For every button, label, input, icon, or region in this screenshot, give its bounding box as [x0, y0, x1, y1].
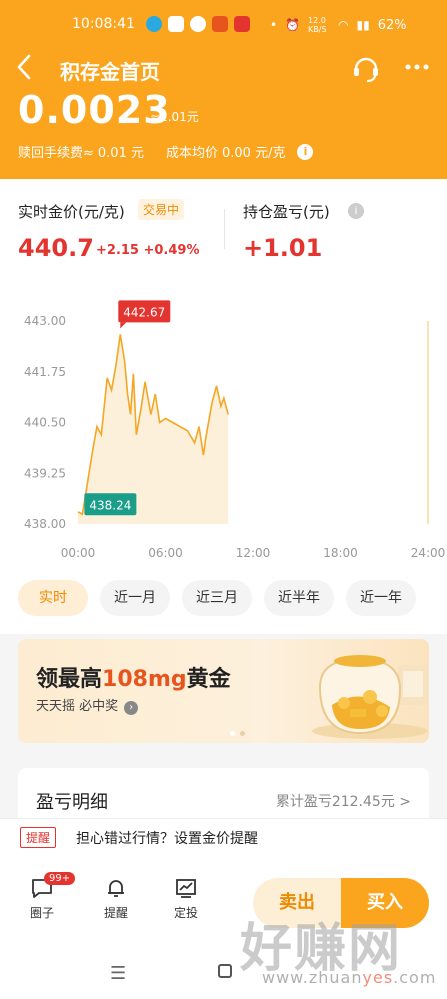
cost-value: 0.00 元/克: [222, 146, 286, 161]
range-selector: 实时 近一月 近三月 近半年 近一年: [18, 580, 416, 616]
range-tab[interactable]: 近一月: [100, 580, 170, 616]
status-bar: 10:08:41 • ⏰ 12.0 KB/S ◠ ▮▮ 62%: [0, 0, 447, 42]
banner-title: 领最高108mg黄金: [36, 661, 231, 693]
dot-icon: •: [270, 18, 278, 32]
pnl-label: 持仓盈亏(元): [243, 203, 330, 221]
y-tick-label: 438.00: [24, 517, 66, 531]
y-tick-label: 443.00: [24, 314, 66, 328]
menu-icon[interactable]: ☰: [110, 963, 126, 984]
battery-level: 62%: [377, 17, 407, 33]
notification-app-icon: [234, 16, 250, 32]
range-tab[interactable]: 近半年: [264, 580, 334, 616]
price-label: 实时金价(元/克): [18, 203, 125, 221]
tab-remind-label: 提醒: [103, 906, 128, 920]
pagination-dot: [240, 731, 245, 736]
bell-icon: [108, 880, 124, 897]
x-tick-label: 12:00: [236, 546, 271, 560]
x-tick-label: 24:00: [411, 546, 446, 560]
alert-tag: 提醒: [20, 827, 57, 848]
pagination-dot: [230, 731, 235, 736]
price-chart[interactable]: 443.00 441.75 440.50 439.25 438.00 00:00 06:00…: [0, 269, 447, 569]
range-tab[interactable]: 近一年: [346, 580, 416, 616]
gold-jar-illustration: [312, 655, 428, 739]
signal-icon: ▮▮: [356, 18, 370, 32]
notification-app-icon: [190, 16, 206, 32]
banner-title-highlight: 108mg: [102, 667, 187, 692]
watermark-url-b: yes: [362, 968, 394, 987]
price-panel: 实时金价(元/克) 交易中 440.7 +2.15 +0.49% 持仓盈亏(元)…: [0, 179, 447, 269]
header: 10:08:41 • ⏰ 12.0 KB/S ◠ ▮▮ 62% 积存金首页 0.…: [0, 0, 447, 179]
watermark-url: www.zhuanyes.com: [262, 968, 436, 987]
y-tick-label: 441.75: [24, 365, 66, 379]
banner-subtitle-text: 天天摇 必中奖: [36, 699, 119, 714]
y-tick-label: 439.25: [24, 466, 66, 480]
notification-app-icon: [212, 16, 228, 32]
divider: [224, 209, 225, 249]
banner-pagination: [230, 731, 245, 736]
title-bar: 积存金首页: [0, 50, 447, 90]
x-tick-label: 18:00: [323, 546, 358, 560]
more-icon[interactable]: [402, 52, 438, 82]
banner-subtitle: 天天摇 必中奖 ›: [36, 695, 139, 715]
watermark-url-a: www.zhuan: [262, 968, 363, 987]
page-title: 积存金首页: [60, 60, 160, 84]
watermark-url-c: .com: [393, 968, 437, 987]
high-label: 442.67: [123, 305, 165, 319]
range-tab[interactable]: 实时: [18, 580, 88, 616]
home-icon[interactable]: [218, 964, 232, 978]
alarm-icon: ⏰: [285, 18, 301, 32]
plan-chart-icon: [176, 879, 196, 898]
holding-grams: 0.0023: [18, 88, 171, 132]
tab-circle-label: 圈子: [29, 906, 54, 920]
tab-remind[interactable]: 提醒: [96, 876, 136, 921]
gold-price: 440.7: [18, 234, 94, 262]
holding-value-approx: ≈1.01元: [150, 110, 199, 124]
fee-value: 0.01 元: [97, 146, 144, 161]
notification-app-icon: [146, 16, 162, 32]
range-tab[interactable]: 近三月: [182, 580, 252, 616]
circle-badge: 99+: [44, 872, 76, 885]
trading-status-badge: 交易中: [138, 199, 185, 220]
promo-banner[interactable]: 领最高108mg黄金 天天摇 必中奖 ›: [18, 639, 429, 743]
status-right: • ⏰ 12.0 KB/S ◠ ▮▮ 62%: [270, 16, 407, 34]
status-app-icons: [146, 16, 250, 32]
pnl-detail-title: 盈亏明细: [36, 792, 108, 813]
x-tick-label: 06:00: [148, 546, 183, 560]
tab-invest-label: 定投: [173, 906, 198, 920]
status-time: 10:08:41: [72, 16, 135, 32]
fee-row: 赎回手续费≈ 0.01 元 成本均价 0.00 元/克 i: [18, 142, 314, 161]
tab-invest[interactable]: 定投: [166, 876, 206, 921]
net-speed: 12.0 KB/S: [308, 16, 327, 34]
cost-label: 成本均价: [165, 146, 218, 161]
price-alert-bar[interactable]: 提醒 担心错过行情？设置金价提醒: [0, 818, 447, 854]
back-icon[interactable]: [14, 52, 44, 86]
alert-text: 担心错过行情？设置金价提醒: [76, 831, 258, 847]
cumulative-pnl-link[interactable]: 累计盈亏212.45元 >: [276, 791, 411, 811]
info-icon[interactable]: i: [297, 143, 314, 160]
high-label-pointer: [120, 322, 127, 329]
customer-service-icon[interactable]: [350, 52, 382, 84]
banner-title-pre: 领最高: [36, 667, 103, 692]
low-label: 438.24: [89, 498, 131, 512]
tab-circle[interactable]: 99+ 圈子: [22, 872, 76, 921]
banner-title-post: 黄金: [186, 667, 231, 692]
arrow-right-icon: ›: [124, 701, 139, 715]
info-icon[interactable]: i: [348, 203, 364, 219]
wifi-icon: ◠: [338, 18, 349, 32]
position-pnl: +1.01: [243, 234, 323, 262]
y-tick-label: 440.50: [24, 416, 66, 430]
x-tick-label: 00:00: [61, 546, 96, 560]
fee-label: 赎回手续费≈: [18, 146, 94, 161]
price-change: +2.15 +0.49%: [96, 243, 200, 258]
notification-app-icon: [168, 16, 184, 32]
